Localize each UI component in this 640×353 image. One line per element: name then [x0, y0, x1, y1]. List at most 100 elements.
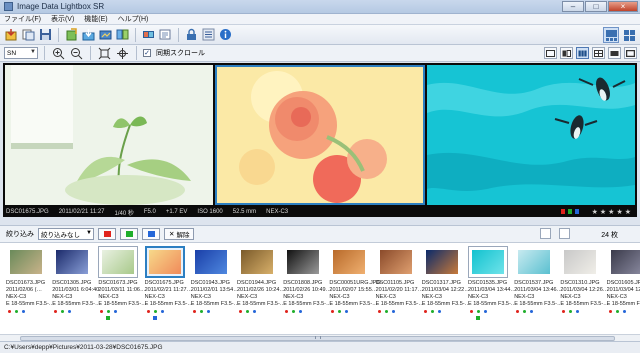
- label-dot-icon[interactable]: [576, 310, 580, 313]
- label-dot-icon[interactable]: [530, 310, 534, 313]
- thumbnail-item[interactable]: DSC01605.JPG2011/03/04 12:26…NEX-C3E 18-…: [605, 246, 640, 332]
- menu-file[interactable]: ファイル(F): [4, 14, 41, 24]
- strip-sort-icon[interactable]: [540, 228, 551, 239]
- thumbnail-item[interactable]: DSC01310.JPG 2011/03/04 12:26… NEX-C3 E 18-…: [558, 246, 609, 332]
- label-dot-icon[interactable]: [331, 310, 335, 313]
- edit-icon[interactable]: [158, 27, 173, 42]
- label-blue-icon[interactable]: [575, 209, 579, 214]
- layout-two-icon[interactable]: [560, 47, 573, 59]
- maximize-button[interactable]: □: [585, 1, 607, 12]
- label-dot-icon[interactable]: [516, 310, 520, 313]
- copy-icon[interactable]: [21, 27, 36, 42]
- label-dot-icon[interactable]: [160, 310, 164, 313]
- label-dot-icon[interactable]: [615, 310, 619, 313]
- thumbnail-item[interactable]: DSC01537.JPG 2011/03/04 13:46… NEX-C3 E 18-…: [512, 246, 562, 332]
- filter-clear-button[interactable]: ✕ 解除: [164, 228, 195, 240]
- menu-help[interactable]: ヘルプ(H): [118, 14, 149, 24]
- star-icon[interactable]: ★: [600, 208, 606, 216]
- export-icon[interactable]: [98, 27, 113, 42]
- label-dot-icon[interactable]: [54, 310, 58, 313]
- star-icon[interactable]: ★: [608, 208, 614, 216]
- filter-green-button[interactable]: [120, 228, 138, 240]
- save-icon[interactable]: [38, 27, 53, 42]
- viewer-pane-2-selected[interactable]: [215, 65, 425, 205]
- grid-view-icon[interactable]: [621, 27, 637, 43]
- label-dot-icon[interactable]: [345, 310, 349, 313]
- label-dot-icon[interactable]: [199, 310, 203, 313]
- thumbnail-item[interactable]: DSC01944.JPG 2011/02/26 10:24… NEX-C3 E 18-…: [235, 246, 285, 332]
- thumbnail-frame[interactable]: [191, 246, 231, 278]
- star-icon[interactable]: ★: [625, 208, 631, 216]
- thumbnail-frame[interactable]: [514, 246, 554, 278]
- layout-three-icon[interactable]: [576, 47, 589, 59]
- thumbnail-frame[interactable]: [237, 246, 277, 278]
- label-dot-icon[interactable]: [423, 310, 427, 313]
- viewer-pane-3[interactable]: [427, 65, 635, 205]
- rating-stars[interactable]: ★ ★ ★ ★ ★: [592, 207, 631, 217]
- rotate-icon[interactable]: [64, 27, 79, 42]
- star-icon[interactable]: ★: [616, 208, 622, 216]
- thumbnail-frame[interactable]: [607, 246, 640, 278]
- film-icon[interactable]: [141, 27, 156, 42]
- thumbnail-frame[interactable]: [6, 246, 46, 278]
- thumbnail-item[interactable]: DSC01105.JPG 2011/02/20 11:17… NEX-C3 E 18-…: [374, 246, 424, 332]
- label-dot-icon[interactable]: [246, 310, 249, 313]
- label-dot-icon[interactable]: [377, 310, 381, 313]
- thumbnail-frame[interactable]: [144, 246, 185, 278]
- thumbnail-item[interactable]: DSC01317.JPG 2011/03/04 12:22… NEX-C3 E 18-…: [420, 246, 470, 332]
- layout-full-icon[interactable]: [624, 47, 637, 59]
- lock-icon[interactable]: [184, 27, 199, 42]
- thumbnail-frame[interactable]: [422, 246, 462, 278]
- label-dot-icon[interactable]: [292, 310, 296, 313]
- zoom-select[interactable]: SN ▼: [4, 47, 38, 59]
- lightbox-view-icon[interactable]: [603, 27, 619, 43]
- label-dot-icon[interactable]: [8, 310, 11, 313]
- thumbnail-item[interactable]: DSC00051URG.JPG 2011/02/07 15:55… NEX-C3 E …: [327, 246, 381, 332]
- thumbnail-frame[interactable]: [329, 246, 369, 278]
- label-dot-icon[interactable]: [569, 310, 573, 313]
- label-dot-icon[interactable]: [338, 310, 342, 313]
- label-dot-icon[interactable]: [470, 310, 473, 313]
- actual-size-icon[interactable]: [115, 46, 130, 61]
- menu-function[interactable]: 機能(E): [84, 14, 107, 24]
- horizontal-scrollbar[interactable]: [0, 334, 640, 341]
- label-dot-icon[interactable]: [523, 310, 527, 313]
- thumbnail-item[interactable]: DSC01943.JPG 2011/02/01 13:54… NEX-C3 E 18-…: [189, 246, 239, 332]
- thumbnail-item[interactable]: DSC01673.JPG 2011/02/06 (… NEX-C3 E 18-55mm…: [4, 246, 54, 332]
- label-dot-icon[interactable]: [61, 310, 65, 313]
- compare-icon[interactable]: [115, 27, 130, 42]
- info-icon[interactable]: [218, 27, 233, 42]
- settings-icon[interactable]: [201, 27, 216, 42]
- viewer-pane-1[interactable]: [5, 65, 213, 205]
- thumbnail-frame[interactable]: [560, 246, 600, 278]
- thumbnail-strip[interactable]: DSC01673.JPG 2011/02/06 (… NEX-C3 E 18-55mm…: [0, 242, 640, 334]
- label-dot-icon[interactable]: [299, 310, 303, 313]
- label-dot-icon[interactable]: [153, 310, 157, 313]
- label-dot-icon[interactable]: [107, 310, 111, 313]
- label-dot-icon[interactable]: [206, 310, 210, 313]
- download-icon[interactable]: [81, 27, 96, 42]
- label-dot-icon[interactable]: [608, 310, 612, 313]
- label-dot-icon[interactable]: [285, 310, 289, 313]
- label-dot-icon[interactable]: [391, 310, 395, 313]
- label-dot-icon[interactable]: [484, 310, 487, 313]
- star-icon[interactable]: ★: [592, 208, 598, 216]
- label-dot-icon[interactable]: [100, 310, 104, 313]
- thumbnail-item[interactable]: DSC01808.JPG 2011/02/26 10:49… NEX-C3 E 18-…: [281, 246, 331, 332]
- sync-scroll-checkbox[interactable]: ✓: [143, 49, 151, 57]
- label-dot-icon[interactable]: [22, 310, 25, 313]
- menu-view[interactable]: 表示(V): [51, 14, 74, 24]
- label-red-icon[interactable]: [561, 209, 565, 214]
- label-dot-icon[interactable]: [146, 310, 150, 313]
- label-green-icon[interactable]: [568, 209, 572, 214]
- layout-wide-icon[interactable]: [608, 47, 621, 59]
- thumbnail-item[interactable]: DSC01305.JPG 2011/03/01 6:04:40 NEX-C3 E 18…: [50, 246, 100, 332]
- thumbnail-frame[interactable]: [468, 246, 508, 278]
- label-dot-icon[interactable]: [253, 310, 256, 313]
- fit-window-icon[interactable]: [97, 46, 112, 61]
- image-viewer[interactable]: [3, 63, 637, 207]
- thumbnail-frame[interactable]: [283, 246, 323, 278]
- thumbnail-frame[interactable]: [98, 246, 139, 278]
- minimize-button[interactable]: –: [562, 1, 584, 12]
- filter-blue-button[interactable]: [142, 228, 160, 240]
